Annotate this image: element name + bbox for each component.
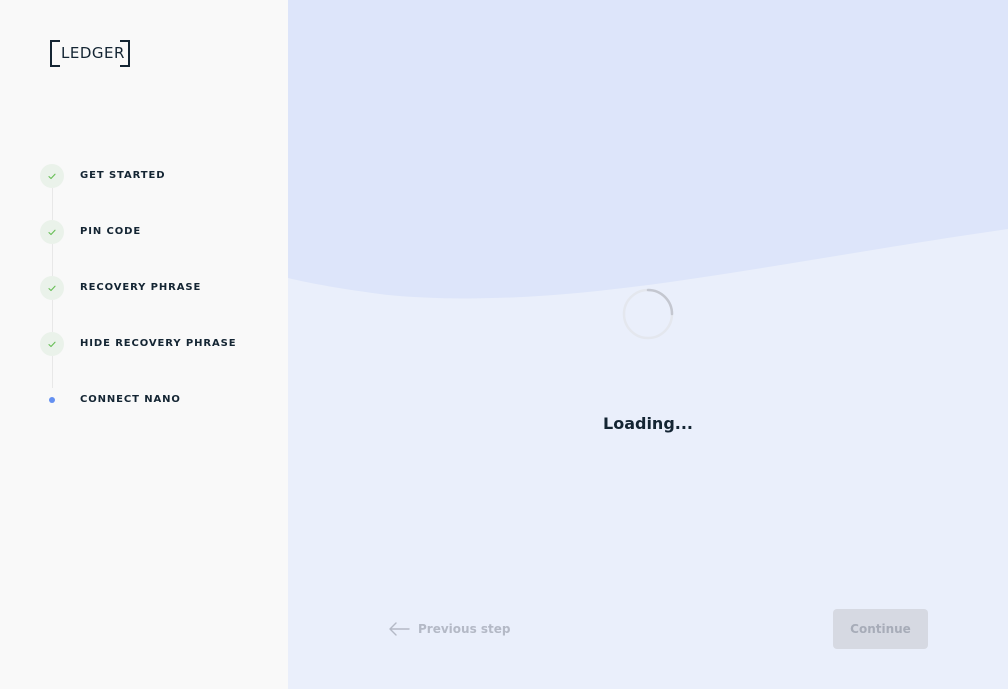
current-step-dot	[49, 397, 55, 403]
step-connector	[52, 244, 53, 276]
step-label: CONNECT NANO	[80, 394, 181, 405]
step-label: RECOVERY PHRASE	[80, 282, 202, 293]
sidebar: LEDGER GET STARTED PIN CODE RECOVERY PHR…	[0, 0, 288, 689]
check-icon	[40, 220, 64, 244]
onboarding-window: LEDGER GET STARTED PIN CODE RECOVERY PHR…	[0, 0, 1008, 689]
step-label: PIN CODE	[80, 226, 142, 237]
step-connector	[52, 300, 53, 332]
logo-text: LEDGER	[61, 44, 125, 62]
step-pin-code: PIN CODE	[40, 220, 280, 276]
step-label: HIDE RECOVERY PHRASE	[80, 338, 237, 349]
step-connector	[52, 356, 53, 388]
ledger-logo: LEDGER	[50, 40, 130, 67]
step-label: GET STARTED	[80, 170, 166, 181]
step-connector	[52, 188, 53, 220]
main-panel: Loading... Previous step Continue	[288, 0, 1008, 689]
arrow-left-icon	[389, 622, 410, 636]
check-icon	[40, 164, 64, 188]
step-hide-recovery-phrase: HIDE RECOVERY PHRASE	[40, 332, 280, 388]
spinner-icon	[622, 288, 674, 340]
previous-step-label: Previous step	[418, 622, 511, 636]
previous-step-button[interactable]: Previous step	[388, 618, 511, 640]
onboarding-steps: GET STARTED PIN CODE RECOVERY PHRASE HID…	[40, 164, 280, 444]
dot-icon	[40, 388, 64, 412]
check-icon	[40, 332, 64, 356]
background-wave	[288, 0, 1008, 299]
continue-button[interactable]: Continue	[833, 609, 928, 649]
check-icon	[40, 276, 64, 300]
loading-text: Loading...	[603, 414, 693, 433]
step-recovery-phrase: RECOVERY PHRASE	[40, 276, 280, 332]
step-connect-nano: CONNECT NANO	[40, 388, 280, 444]
step-get-started: GET STARTED	[40, 164, 280, 220]
